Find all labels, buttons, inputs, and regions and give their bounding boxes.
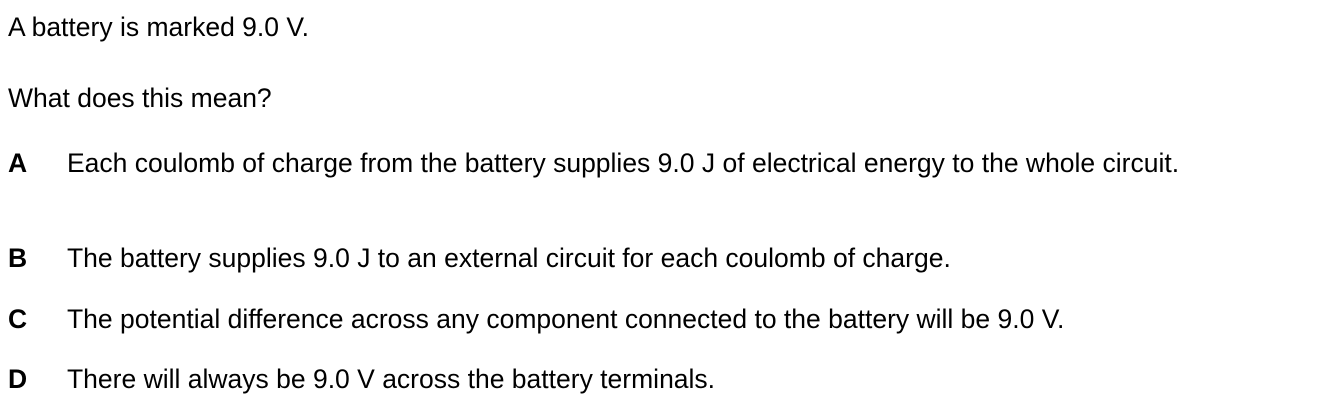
option-c[interactable]: C The potential difference across any co…	[8, 302, 1326, 336]
option-d[interactable]: D There will always be 9.0 V across the …	[8, 362, 1326, 396]
option-d-letter: D	[8, 364, 28, 394]
option-c-letter: C	[8, 304, 28, 334]
question-stem-statement: A battery is marked 9.0 V.	[8, 12, 309, 42]
option-a-letter: A	[8, 148, 28, 178]
option-c-text: The potential difference across any comp…	[67, 304, 1065, 334]
option-b[interactable]: B The battery supplies 9.0 J to an exter…	[8, 241, 1326, 275]
option-d-text: There will always be 9.0 V across the ba…	[67, 364, 716, 394]
option-a[interactable]: A Each coulomb of charge from the batter…	[8, 146, 1326, 180]
option-b-text: The battery supplies 9.0 J to an externa…	[67, 243, 951, 273]
option-b-letter: B	[8, 243, 28, 273]
option-a-text: Each coulomb of charge from the battery …	[67, 148, 1180, 178]
question-stem-prompt: What does this mean?	[8, 83, 272, 113]
